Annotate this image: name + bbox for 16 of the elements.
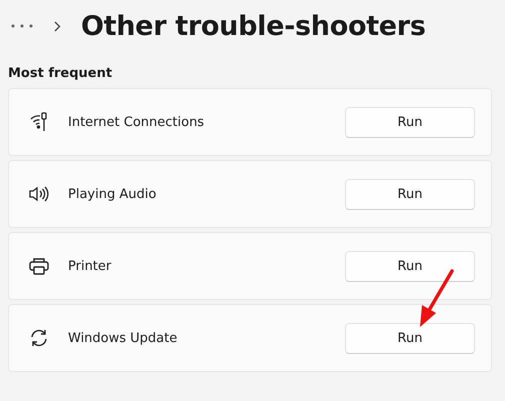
run-button[interactable]: Run xyxy=(345,250,475,282)
section-heading: Most frequent xyxy=(8,66,112,81)
sync-icon xyxy=(28,328,48,348)
run-button[interactable]: Run xyxy=(345,322,475,354)
more-icon[interactable] xyxy=(10,23,34,29)
printer-icon xyxy=(28,257,48,275)
speaker-icon xyxy=(28,186,48,202)
run-button[interactable]: Run xyxy=(345,178,475,210)
troubleshooter-label: Printer xyxy=(68,258,112,274)
troubleshooter-label: Playing Audio xyxy=(68,186,158,202)
run-button[interactable]: Run xyxy=(345,106,475,138)
troubleshooter-label: Internet Connections xyxy=(68,114,206,130)
page-title: Other trouble-shooters xyxy=(81,10,426,42)
troubleshooter-label: Windows Update xyxy=(68,330,178,346)
wifi-icon xyxy=(30,112,48,132)
chevron-icon xyxy=(54,20,61,32)
